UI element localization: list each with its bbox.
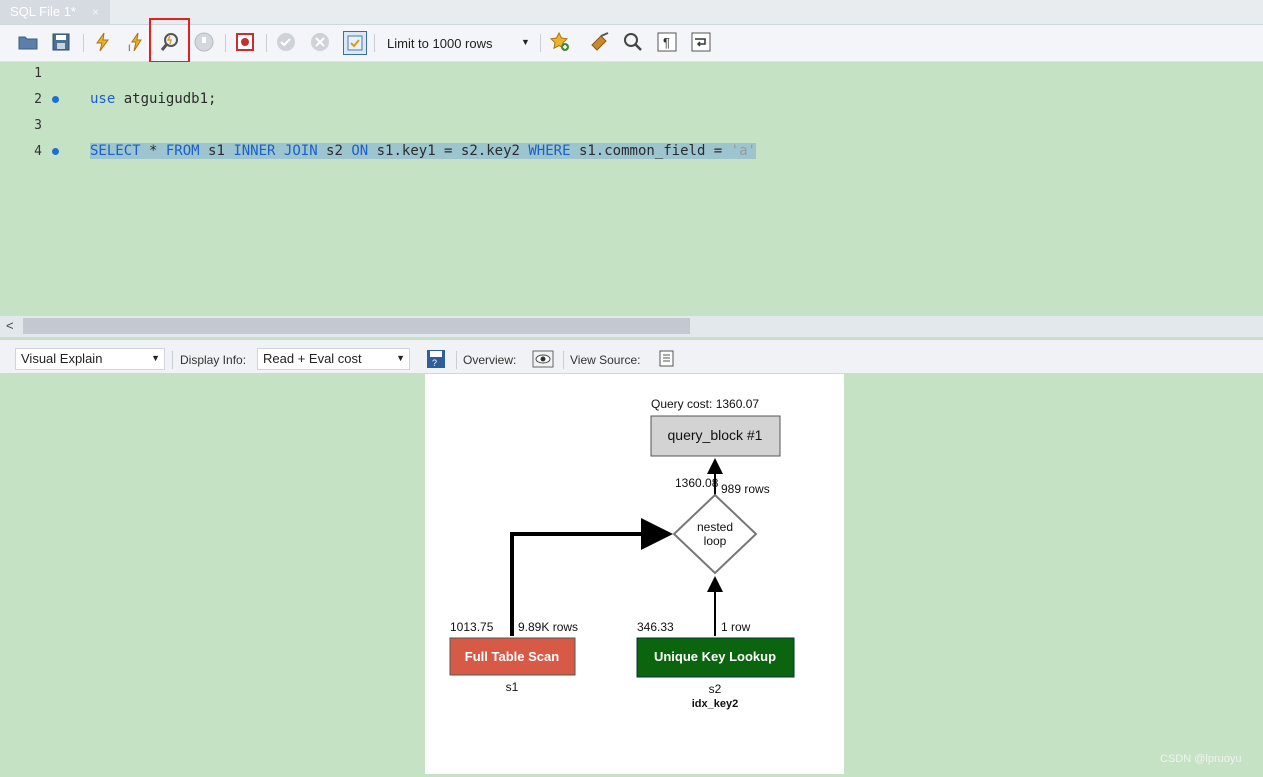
explain-mode-value: Visual Explain <box>21 351 103 366</box>
code-text: s1.key1 = s2.key2 <box>368 143 529 159</box>
query-block-label: query_block #1 <box>668 427 763 443</box>
explain-button-highlight <box>149 18 190 63</box>
right-cost-label: 346.33 <box>637 620 674 634</box>
keyword: WHERE <box>528 143 571 159</box>
overview-eye-icon[interactable] <box>532 348 554 370</box>
svg-text:?: ? <box>432 358 437 368</box>
toolbar-separator <box>563 351 564 369</box>
toolbar-separator <box>225 34 226 52</box>
explain-mode-select[interactable]: Visual Explain ▼ <box>15 348 165 370</box>
line-number: 4 <box>34 144 42 159</box>
toolbar-separator <box>83 34 84 52</box>
overview-label: Overview: <box>463 353 517 367</box>
tab-sql-file[interactable]: SQL File 1* × <box>0 0 110 24</box>
top-rows-label: 989 rows <box>721 482 770 496</box>
toolbar-separator <box>374 34 375 52</box>
visual-explain-canvas[interactable]: Query cost: 1360.07 query_block #1 1360.… <box>425 374 844 774</box>
scroll-left-icon[interactable]: < <box>6 318 14 333</box>
keyword: INNER <box>233 143 276 159</box>
full-table-scan-label: Full Table Scan <box>465 649 559 664</box>
explain-diagram: Query cost: 1360.07 query_block #1 1360.… <box>449 397 795 710</box>
line-number: 2 <box>34 92 42 107</box>
toolbar-separator <box>266 34 267 52</box>
save-image-icon[interactable]: ? <box>425 348 447 370</box>
toggle-error-icon[interactable] <box>234 31 256 53</box>
code-text: atguigudb1; <box>115 91 217 107</box>
display-info-value: Read + Eval cost <box>263 351 362 366</box>
line-number: 3 <box>34 118 42 133</box>
left-rows-label: 9.89K rows <box>518 620 578 634</box>
toolbar-separator <box>172 351 173 369</box>
code-text: s1.common_field = <box>570 143 731 159</box>
sql-editor[interactable]: 1 2 use atguigudb1; 3 4 SELECT * FROM s1… <box>0 62 1263 315</box>
chevron-down-icon: ▼ <box>396 353 405 363</box>
line-number: 1 <box>34 66 42 81</box>
toolbar-separator <box>540 34 541 52</box>
statement-marker-icon <box>52 96 59 103</box>
tab-title: SQL File 1* <box>10 4 76 19</box>
svg-text:¶: ¶ <box>663 35 670 50</box>
svg-text:I: I <box>128 43 131 53</box>
statement-marker-icon <box>52 148 59 155</box>
execute-statement-icon[interactable]: I <box>125 31 147 53</box>
beautify-broom-icon[interactable] <box>589 31 611 53</box>
display-info-label: Display Info: <box>180 353 247 367</box>
code-text: s1 <box>199 143 234 159</box>
commit-icon[interactable] <box>275 31 297 53</box>
keyword: FROM <box>165 143 200 159</box>
execute-lightning-icon[interactable] <box>92 31 114 53</box>
toolbar-separator <box>456 351 457 369</box>
right-rows-label: 1 row <box>721 620 751 634</box>
add-snippet-star-icon[interactable] <box>549 31 571 53</box>
display-info-select[interactable]: Read + Eval cost ▼ <box>257 348 410 370</box>
nested-loop-label-2: loop <box>704 534 727 548</box>
scrollbar-thumb[interactable] <box>23 318 690 334</box>
query-cost-label: Query cost: 1360.07 <box>651 397 759 411</box>
tab-close-icon[interactable]: × <box>92 1 99 23</box>
limit-rows-value: Limit to 1000 rows <box>387 36 493 51</box>
limit-rows-dropdown[interactable]: Limit to 1000 rows ▼ <box>381 33 533 55</box>
explain-toolbar: Visual Explain ▼ Display Info: Read + Ev… <box>0 340 1263 373</box>
code-line-4-selected[interactable]: SELECT * FROM s1 INNER JOIN s2 ON s1.key… <box>90 143 756 159</box>
keyword: ON <box>351 143 369 159</box>
view-source-icon[interactable] <box>656 348 678 370</box>
invisible-chars-icon[interactable]: ¶ <box>656 31 678 53</box>
keyword: use <box>90 91 116 107</box>
editor-horizontal-scrollbar[interactable]: < <box>0 316 1263 337</box>
left-table-label: s1 <box>506 680 519 694</box>
open-folder-icon[interactable] <box>17 31 39 53</box>
keyword: JOIN <box>283 143 318 159</box>
wrap-lines-icon[interactable] <box>690 31 712 53</box>
right-index-label: idx_key2 <box>692 698 738 710</box>
code-text: s2 <box>317 143 352 159</box>
chevron-down-icon: ▼ <box>521 37 530 47</box>
unique-key-lookup-label: Unique Key Lookup <box>654 649 776 664</box>
stop-icon[interactable] <box>193 31 215 53</box>
rollback-icon[interactable] <box>309 31 331 53</box>
code-text: * <box>140 143 166 159</box>
keyword: SELECT <box>90 143 141 159</box>
watermark: CSDN @lpruoyu <box>1160 753 1242 765</box>
top-cost-label: 1360.08 <box>675 476 719 490</box>
autocommit-icon[interactable] <box>343 31 367 55</box>
nested-loop-label-1: nested <box>697 520 733 534</box>
chevron-down-icon: ▼ <box>151 353 160 363</box>
string-literal: 'a' <box>730 143 756 159</box>
right-table-label: s2 <box>709 682 722 696</box>
save-icon[interactable] <box>50 31 72 53</box>
code-line-2[interactable]: use atguigudb1; <box>90 91 216 107</box>
find-icon[interactable] <box>622 31 644 53</box>
view-source-label: View Source: <box>570 353 641 367</box>
left-cost-label: 1013.75 <box>450 620 494 634</box>
